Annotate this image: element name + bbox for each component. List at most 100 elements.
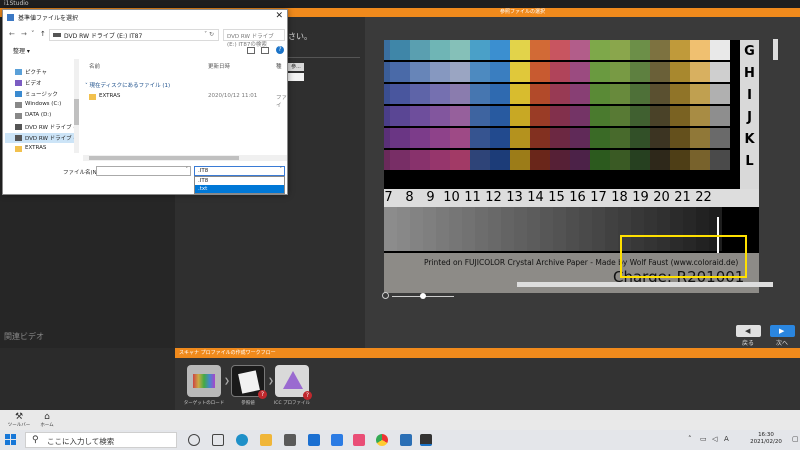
tools-button[interactable]: ⚒ ツールバー — [4, 412, 34, 428]
nav-pane-scrollbar[interactable] — [74, 59, 79, 153]
dialog-app-icon — [7, 14, 14, 21]
view-options-icon[interactable] — [247, 47, 255, 54]
reference-file-field[interactable] — [288, 73, 304, 81]
nav-item-music[interactable]: ミュージック — [15, 89, 79, 99]
cortana-icon[interactable] — [188, 434, 200, 446]
browse-button[interactable]: 参... — [288, 63, 304, 71]
organize-button[interactable]: 整理 ▾ — [13, 46, 30, 55]
gray-step — [579, 207, 592, 251]
color-patch — [650, 40, 670, 60]
network-icon[interactable]: ▭ — [700, 435, 707, 443]
color-patch — [630, 62, 650, 82]
color-patch — [710, 150, 730, 170]
next-button[interactable]: ▶ — [770, 325, 795, 337]
edge-icon[interactable] — [236, 434, 248, 446]
dialog-search-input[interactable]: DVD RW ドライブ (E:) IT87の検索 — [223, 29, 285, 48]
address-bar[interactable]: DVD RW ドライブ (E:) IT87 ˅ ↻ — [49, 29, 219, 41]
color-patch — [650, 106, 670, 126]
ime-indicator[interactable]: A — [724, 435, 729, 443]
scroll-thumb[interactable] — [89, 156, 239, 160]
file-explorer-icon[interactable] — [260, 434, 272, 446]
color-patch — [570, 150, 590, 170]
home-button[interactable]: ⌂ ホーム — [32, 412, 62, 428]
workflow-step-label: ICC プロファイル — [273, 401, 311, 406]
chevron-down-icon[interactable]: ˅ — [31, 30, 35, 38]
nav-item-dvd-e[interactable]: DVD RW ドライブ (E — [15, 122, 79, 132]
color-patch — [590, 150, 610, 170]
color-patch — [570, 62, 590, 82]
color-patch — [430, 106, 450, 126]
zoom-slider-knob[interactable] — [420, 293, 426, 299]
file-type-option-it8[interactable]: .IT8 — [195, 177, 284, 185]
mail-icon[interactable] — [308, 434, 320, 446]
color-patch — [390, 40, 410, 60]
color-patch — [570, 106, 590, 126]
nav-item-dvd-e-selected[interactable]: DVD RW ドライブ (E — [5, 133, 79, 143]
vertical-scrollbar[interactable] — [773, 39, 778, 60]
preview-pane-icon[interactable] — [261, 47, 269, 54]
column-header-name[interactable]: 名前 — [89, 62, 100, 70]
workflow-step-label: 参照値 — [241, 401, 255, 406]
group-header[interactable]: ˅ 現在ディスクにあるファイル (1) — [85, 81, 170, 89]
workflow-step-load-target[interactable] — [187, 365, 221, 397]
taskbar-search-box[interactable]: ⚲ ここに入力して検索 — [25, 432, 177, 448]
color-patch — [550, 128, 570, 148]
chevron-down-icon[interactable]: ˅ ↻ — [204, 31, 214, 38]
file-type: ファイ — [276, 95, 288, 109]
horizontal-scrollbar[interactable] — [517, 282, 773, 287]
color-patch — [410, 62, 430, 82]
windows-start-icon[interactable] — [5, 434, 17, 446]
file-type-option-txt[interactable]: .txt — [195, 185, 284, 193]
clock[interactable]: 16:30 2021/02/20 — [740, 432, 792, 446]
file-list-item[interactable]: EXTRAS 2020/10/12 11:01 ファイ — [83, 92, 287, 109]
dialog-title-bar: 基準値ファイルを選択 ✕ — [3, 10, 287, 25]
row-letter: L — [745, 154, 754, 169]
color-patch — [550, 62, 570, 82]
close-icon[interactable]: ✕ — [275, 11, 283, 21]
photos-icon[interactable] — [353, 434, 365, 446]
color-patch — [390, 84, 410, 104]
zoom-icon — [382, 292, 389, 299]
calendar-icon[interactable] — [331, 434, 343, 446]
file-type-select[interactable]: .IT8 ˅ — [194, 166, 285, 176]
notification-icon[interactable]: ▢ — [792, 435, 799, 443]
scroll-thumb[interactable] — [74, 99, 79, 125]
home-label: ホーム — [40, 423, 54, 428]
task-view-icon[interactable] — [212, 434, 224, 446]
chevron-down-icon[interactable]: ˅ — [186, 167, 189, 173]
nav-item-extras[interactable]: EXTRAS — [15, 144, 79, 154]
column-header-date[interactable]: 更新日時 — [208, 62, 230, 70]
back-arrow-icon[interactable]: ← — [9, 30, 15, 38]
column-header-type[interactable]: 種 — [276, 62, 282, 70]
gray-step — [605, 207, 618, 251]
help-icon[interactable]: ? — [276, 46, 284, 54]
workflow-step-reference[interactable]: ? — [231, 365, 267, 399]
dvd-drive-icon — [53, 33, 61, 37]
file-pane-scrollbar[interactable] — [83, 155, 287, 161]
search-icon: ⚲ — [32, 435, 39, 445]
gray-step — [514, 207, 527, 251]
nav-item-video[interactable]: ビデオ — [15, 78, 79, 88]
nav-item-windows-c[interactable]: Windows (C:) — [15, 100, 79, 110]
speaker-icon[interactable]: ◁ — [712, 435, 717, 443]
filename-input[interactable]: ˅ — [96, 166, 191, 176]
up-arrow-icon[interactable]: ↑ — [40, 30, 46, 38]
store-icon[interactable] — [284, 434, 296, 446]
color-patch — [470, 128, 490, 148]
nav-item-pictures[interactable]: ピクチャ — [15, 67, 79, 77]
workflow-step-icc-profile[interactable]: ? — [275, 365, 312, 400]
column-number: 10 — [443, 190, 460, 205]
file-type-dropdown-list: .IT8 .txt — [194, 176, 285, 194]
nav-item-data-d[interactable]: DATA (D:) — [15, 111, 79, 121]
color-patch — [390, 150, 410, 170]
file-type-value: .IT8 — [198, 168, 209, 174]
chrome-icon[interactable] — [376, 434, 388, 446]
color-patch — [430, 128, 450, 148]
i1studio-icon[interactable] — [420, 434, 432, 446]
app-icon[interactable] — [400, 434, 412, 446]
color-patch — [510, 40, 530, 60]
color-patch — [450, 40, 470, 60]
forward-arrow-icon[interactable]: → — [21, 30, 27, 38]
back-button[interactable]: ◀ — [736, 325, 761, 337]
chevron-up-icon[interactable]: ˄ — [688, 435, 692, 443]
